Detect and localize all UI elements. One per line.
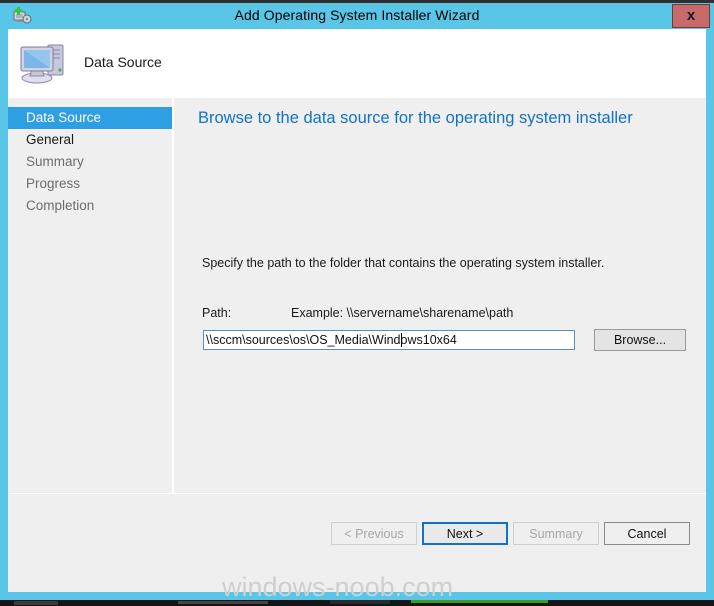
window-title: Add Operating System Installer Wizard xyxy=(234,7,480,23)
sidebar-item-summary[interactable]: Summary xyxy=(8,151,172,173)
text-caret xyxy=(401,333,402,347)
sidebar-item-completion[interactable]: Completion xyxy=(8,195,172,217)
desktop-artifact xyxy=(14,601,58,605)
wizard-window: Add Operating System Installer Wizard x xyxy=(0,0,714,602)
page-title: Browse to the data source for the operat… xyxy=(198,109,633,127)
previous-button[interactable]: < Previous xyxy=(331,522,417,545)
sidebar-item-label: Data Source xyxy=(26,110,102,125)
sidebar-item-progress[interactable]: Progress xyxy=(8,173,172,195)
sidebar-item-general[interactable]: General xyxy=(8,129,172,151)
browse-button[interactable]: Browse... xyxy=(594,329,686,351)
desktop-artifact xyxy=(178,601,268,604)
desktop-artifact xyxy=(411,600,548,603)
sidebar-item-label: Progress xyxy=(26,176,81,191)
computer-icon xyxy=(18,39,70,87)
sidebar-item-label: Summary xyxy=(26,154,84,169)
wizard-page-name: Data Source xyxy=(84,54,162,70)
sidebar-item-data-source[interactable]: Data Source xyxy=(8,107,172,129)
cancel-button[interactable]: Cancel xyxy=(604,522,690,545)
instruction-text: Specify the path to the folder that cont… xyxy=(202,256,605,270)
path-input[interactable] xyxy=(203,330,575,350)
wizard-client-area: Data Source Data Source General Summary xyxy=(8,29,706,592)
close-icon[interactable]: x xyxy=(672,4,710,28)
summary-button[interactable]: Summary xyxy=(513,522,599,545)
sidebar-item-label: General xyxy=(26,132,75,147)
sidebar-item-label: Completion xyxy=(26,198,95,213)
title-bar[interactable]: Add Operating System Installer Wizard x xyxy=(0,3,714,28)
desktop-artifact xyxy=(330,600,390,604)
path-example-label: Example: \\servername\sharename\path xyxy=(291,306,514,320)
path-label: Path: xyxy=(202,306,232,320)
next-button[interactable]: Next > xyxy=(422,522,508,545)
wizard-footer: < Previous Next > Summary Cancel xyxy=(8,494,706,592)
wizard-header: Data Source xyxy=(8,29,706,98)
